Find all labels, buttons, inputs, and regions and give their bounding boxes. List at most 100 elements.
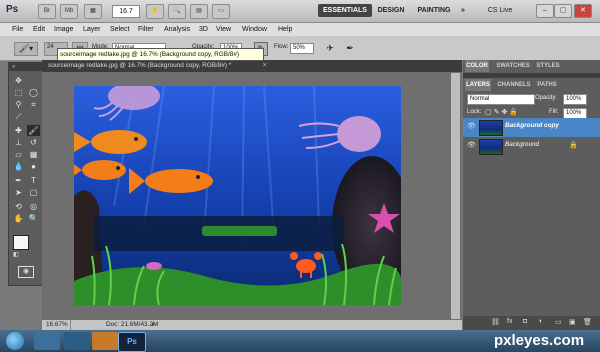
- start-button[interactable]: [6, 332, 24, 350]
- vertical-scrollbar[interactable]: [451, 73, 460, 319]
- document-tooltip: sourceimage redlake.jpg @ 16.7% (Backgro…: [57, 48, 264, 61]
- zoom-tool-icon[interactable]: 🔍: [27, 213, 40, 224]
- tab-swatches[interactable]: SWATCHES: [493, 60, 533, 72]
- adjustment-layer-icon[interactable]: ◐: [539, 318, 543, 325]
- layer-opacity-field[interactable]: 100%: [563, 94, 587, 105]
- bridge-button[interactable]: Br: [38, 4, 56, 19]
- tab-layers[interactable]: LAYERS: [465, 79, 491, 91]
- workspace-design[interactable]: DESIGN: [374, 4, 408, 17]
- layer-row-background[interactable]: 👁 Background 🔒: [463, 137, 600, 156]
- 3d-rotate-tool-icon[interactable]: ⟲: [12, 201, 25, 212]
- screen-mode-button[interactable]: ▭: [212, 4, 230, 19]
- visibility-eye-icon[interactable]: 👁: [467, 142, 476, 150]
- flow-field[interactable]: 50%: [290, 43, 314, 54]
- canvas-image[interactable]: [74, 86, 401, 305]
- minimize-button[interactable]: ‒: [536, 4, 554, 18]
- layer-row-background-copy[interactable]: 👁 Background copy: [463, 118, 600, 137]
- document-tab[interactable]: sourceimage redlake.jpg @ 16.7% (Backgro…: [42, 60, 462, 72]
- lasso-tool-icon[interactable]: ◯: [27, 87, 40, 98]
- lock-options-icon[interactable]: ▢✎✥🔒: [485, 108, 520, 116]
- dodge-tool-icon[interactable]: ●: [27, 161, 40, 172]
- move-tool-icon[interactable]: ✥: [12, 75, 25, 86]
- blend-mode-select[interactable]: Normal: [467, 94, 535, 105]
- restore-button[interactable]: ▢: [554, 4, 572, 18]
- arrange-documents-button[interactable]: ▤: [190, 4, 208, 19]
- layer-opacity-label: Opacity:: [535, 95, 558, 101]
- pen-tool-icon[interactable]: ✒: [12, 175, 25, 186]
- shape-tool-icon[interactable]: ▢: [27, 187, 40, 198]
- menu-image[interactable]: Image: [54, 23, 73, 36]
- panel-divider: [463, 73, 600, 78]
- photoshop-taskbar-icon[interactable]: Ps: [118, 332, 146, 352]
- quick-select-tool-icon[interactable]: ⚲: [12, 99, 25, 110]
- hand-tool-icon[interactable]: ✋: [12, 213, 25, 224]
- healing-brush-tool-icon[interactable]: ✚: [12, 125, 25, 136]
- menu-window[interactable]: Window: [242, 23, 267, 36]
- link-layers-icon[interactable]: ⛓: [491, 318, 500, 326]
- tab-color[interactable]: COLOR: [465, 60, 489, 72]
- menu-analysis[interactable]: Analysis: [164, 23, 190, 36]
- menu-select[interactable]: Select: [110, 23, 129, 36]
- workspace-essentials[interactable]: ESSENTIALS: [318, 4, 372, 17]
- menu-filter[interactable]: Filter: [138, 23, 154, 36]
- tools-collapse-icon[interactable]: »: [9, 63, 46, 71]
- media-player-taskbar-icon[interactable]: [64, 332, 90, 350]
- layer-style-icon[interactable]: fx: [507, 318, 512, 325]
- hand-tool-button[interactable]: ✋: [146, 4, 164, 19]
- pressure-size-icon[interactable]: ✒: [344, 42, 356, 54]
- eraser-tool-icon[interactable]: ▱: [12, 149, 25, 160]
- crop-tool-icon[interactable]: ⌗: [27, 99, 40, 110]
- path-selection-tool-icon[interactable]: ➤: [12, 187, 25, 198]
- clone-stamp-tool-icon[interactable]: ⊥: [12, 137, 25, 148]
- layers-panel-footer: ⛓ fx ◘ ◐ ▭ ▣ 🗑: [463, 316, 600, 330]
- layer-name: Background: [505, 141, 540, 148]
- menu-3d[interactable]: 3D: [199, 23, 208, 36]
- menu-bar: File Edit Image Layer Select Filter Anal…: [0, 23, 600, 36]
- brush-tool-icon[interactable]: 🖌: [27, 125, 40, 136]
- tool-preset-picker[interactable]: 🖌▾: [14, 42, 38, 56]
- tools-panel: » ✥ ⬚ ◯ ⚲ ⌗ ⟋ ✚ 🖌 ⊥ ↺ ▱ ▦ 💧 ● ✒ T ➤ ▢ ⟲ …: [8, 62, 46, 286]
- explorer-taskbar-icon[interactable]: [34, 332, 60, 350]
- minibridge-button[interactable]: Mb: [60, 4, 78, 19]
- blur-tool-icon[interactable]: 💧: [12, 161, 25, 172]
- zoom-tool-button[interactable]: 🔍: [168, 4, 186, 19]
- quick-mask-icon[interactable]: ◉: [18, 266, 34, 278]
- menu-edit[interactable]: Edit: [33, 23, 45, 36]
- foreground-color-swatch[interactable]: [13, 235, 29, 250]
- airbrush-icon[interactable]: ✈: [324, 42, 336, 54]
- menu-help[interactable]: Help: [278, 23, 292, 36]
- workspace-more[interactable]: »: [458, 4, 468, 17]
- history-brush-tool-icon[interactable]: ↺: [27, 137, 40, 148]
- type-tool-icon[interactable]: T: [27, 175, 40, 186]
- menu-file[interactable]: File: [12, 23, 23, 36]
- new-layer-icon[interactable]: ▣: [569, 318, 576, 326]
- tab-styles[interactable]: STYLES: [535, 60, 561, 72]
- document-size-info: Doc: 21.6M/43.2M: [106, 321, 159, 328]
- close-button[interactable]: ✕: [574, 4, 592, 18]
- cs-live-button[interactable]: CS Live: [480, 4, 520, 17]
- flow-label: Flow:: [274, 44, 289, 50]
- menu-view[interactable]: View: [216, 23, 231, 36]
- lock-label: Lock:: [467, 109, 482, 115]
- status-arrow-icon[interactable]: ▸: [152, 320, 155, 330]
- trash-icon[interactable]: 🗑: [583, 318, 592, 326]
- zoom-level-field[interactable]: 16.7: [112, 5, 140, 18]
- default-colors-icon[interactable]: ◧: [13, 251, 19, 258]
- zoom-status-field[interactable]: 16.67%: [46, 320, 71, 330]
- document-tab-close-icon[interactable]: ✕: [262, 60, 267, 72]
- gradient-tool-icon[interactable]: ▦: [27, 149, 40, 160]
- eyedropper-tool-icon[interactable]: ⟋: [12, 111, 25, 122]
- marquee-tool-icon[interactable]: ⬚: [12, 87, 25, 98]
- tab-channels[interactable]: CHANNELS: [495, 79, 533, 91]
- view-extras-button[interactable]: ▦: [84, 4, 102, 19]
- new-group-icon[interactable]: ▭: [555, 318, 562, 326]
- menu-layer[interactable]: Layer: [83, 23, 101, 36]
- firefox-taskbar-icon[interactable]: [92, 332, 118, 350]
- document-tab-title: sourceimage redlake.jpg @ 16.7% (Backgro…: [48, 62, 232, 69]
- status-bar: 16.67% Doc: 21.6M/43.2M ▸: [42, 320, 462, 330]
- workspace-painting[interactable]: PAINTING: [414, 4, 454, 17]
- tab-paths[interactable]: PATHS: [535, 79, 559, 91]
- add-mask-icon[interactable]: ◘: [523, 318, 527, 325]
- visibility-eye-icon[interactable]: 👁: [467, 123, 476, 131]
- 3d-orbit-tool-icon[interactable]: ◎: [27, 201, 40, 212]
